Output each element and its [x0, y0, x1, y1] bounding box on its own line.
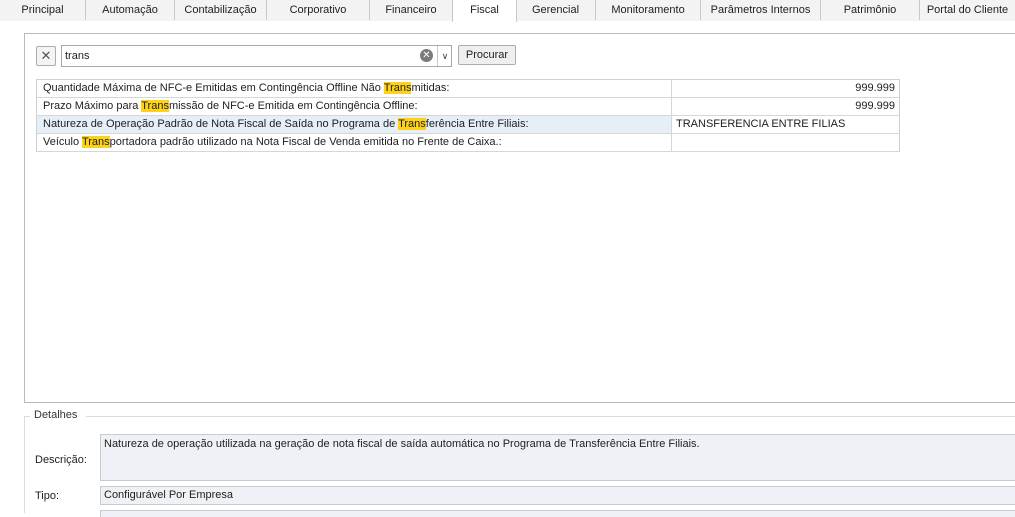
table-row[interactable]: Quantidade Máxima de NFC-e Emitidas em C…	[37, 80, 899, 98]
tab-corporativo[interactable]: Corporativo	[267, 0, 370, 20]
tab-parametros-internos[interactable]: Parâmetros Internos	[701, 0, 821, 20]
close-icon[interactable]: ✕	[36, 46, 56, 66]
results-grid: Quantidade Máxima de NFC-e Emitidas em C…	[36, 79, 900, 152]
name-text: Veículo	[43, 136, 82, 148]
chevron-down-icon[interactable]: ∨	[437, 46, 452, 66]
tab-fiscal[interactable]: Fiscal	[452, 0, 517, 22]
table-row[interactable]: Veículo Transportadora padrão utilizado …	[37, 134, 899, 152]
name-text: Natureza de Operação Padrão de Nota Fisc…	[43, 118, 399, 130]
tab-financeiro[interactable]: Financeiro	[370, 0, 453, 20]
details-frame	[86, 416, 1015, 417]
parameters-panel: ✕ ✕ ∨ Procurar Quantidade Máxima de NFC-…	[24, 33, 1015, 403]
parameter-name: Quantidade Máxima de NFC-e Emitidas em C…	[37, 80, 672, 97]
name-text: Quantidade Máxima de NFC-e Emitidas em C…	[43, 82, 384, 94]
next-field	[100, 510, 1015, 517]
tab-bar: Principal Automação Contabilização Corpo…	[0, 0, 1015, 22]
name-text: missão de NFC-e Emitida em Contingência …	[168, 100, 418, 112]
description-label: Descrição:	[35, 454, 87, 466]
clear-search-icon[interactable]: ✕	[420, 49, 433, 62]
tab-principal[interactable]: Principal	[0, 0, 86, 20]
parameter-name: Prazo Máximo para Transmissão de NFC-e E…	[37, 98, 672, 115]
tab-content: ✕ ✕ ∨ Procurar Quantidade Máxima de NFC-…	[0, 21, 1015, 517]
description-field: Natureza de operação utilizada na geraçã…	[100, 434, 1015, 481]
parameter-name: Natureza de Operação Padrão de Nota Fisc…	[37, 116, 672, 133]
parameter-value[interactable]	[672, 134, 899, 151]
search-combobox: ✕ ∨	[61, 45, 452, 67]
tab-contabilizacao[interactable]: Contabilização	[175, 0, 267, 20]
tab-portal-do-cliente[interactable]: Portal do Cliente	[920, 0, 1015, 20]
search-match-highlight: Trans	[141, 100, 169, 112]
search-match-highlight: Trans	[398, 118, 426, 130]
parameter-value[interactable]: TRANSFERENCIA ENTRE FILIAS	[672, 116, 899, 133]
tab-automacao[interactable]: Automação	[86, 0, 175, 20]
tab-patrimonio[interactable]: Patrimônio	[821, 0, 920, 20]
parameter-value[interactable]: 999.999	[672, 98, 899, 115]
type-label: Tipo:	[35, 490, 60, 502]
search-match-highlight: Trans	[383, 82, 412, 94]
table-row[interactable]: Prazo Máximo para Transmissão de NFC-e E…	[37, 98, 899, 116]
name-text: portadora padrão utilizado na Nota Fisca…	[109, 136, 502, 148]
name-text: Prazo Máximo para	[43, 100, 142, 112]
name-text: ferência Entre Filiais:	[425, 118, 529, 130]
tab-monitoramento[interactable]: Monitoramento	[596, 0, 701, 20]
search-button[interactable]: Procurar	[458, 45, 516, 65]
parameter-name: Veículo Transportadora padrão utilizado …	[37, 134, 672, 151]
type-field: Configurável Por Empresa	[100, 486, 1015, 505]
search-input[interactable]	[65, 47, 415, 64]
details-title: Detalhes	[34, 409, 78, 421]
table-row-selected[interactable]: Natureza de Operação Padrão de Nota Fisc…	[37, 116, 899, 134]
name-text: mitidas:	[411, 82, 450, 94]
parameter-value[interactable]: 999.999	[672, 80, 899, 97]
search-match-highlight: Trans	[81, 136, 110, 148]
details-frame	[24, 416, 25, 513]
tab-gerencial[interactable]: Gerencial	[516, 0, 596, 20]
